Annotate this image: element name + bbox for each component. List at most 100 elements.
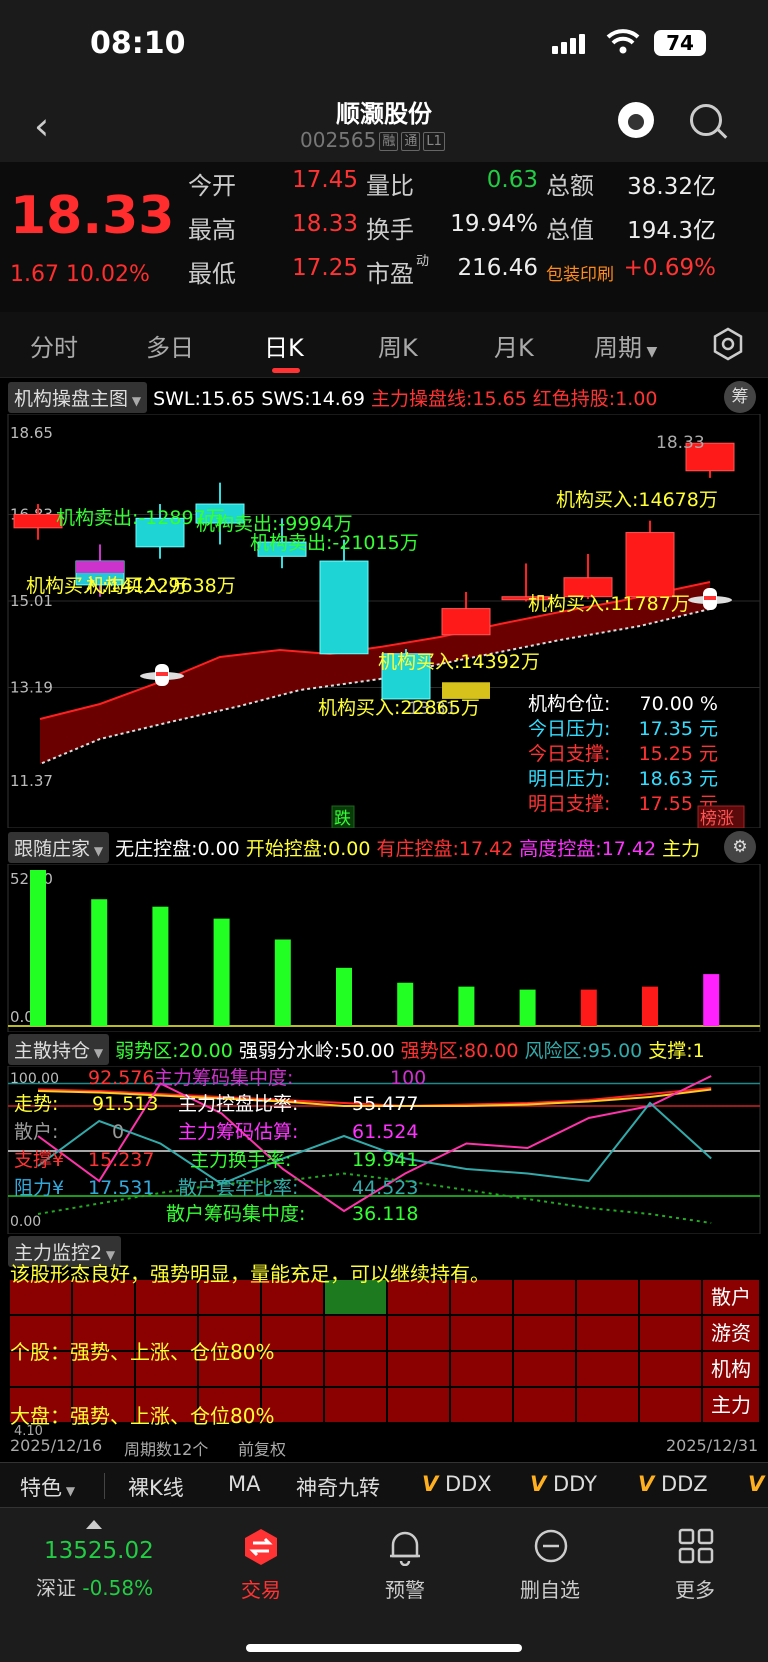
index-line: 深证 -0.58% bbox=[36, 1572, 153, 1601]
follow_ind-item: 有庄控盘:17.42 bbox=[376, 838, 514, 860]
index-value[interactable]: 13525.02 bbox=[44, 1538, 154, 1564]
hold-readout-value: 92.576 bbox=[88, 1067, 154, 1089]
mascot-eye-icon bbox=[628, 114, 644, 130]
hold_ind-item: 支撑:1 bbox=[648, 1040, 705, 1062]
trade-icon[interactable] bbox=[242, 1528, 280, 1570]
hold-readout-value: 19.941 bbox=[352, 1149, 418, 1171]
tab-intraday[interactable]: 分时 bbox=[30, 328, 78, 363]
indicator-toolbar: 特色 ▼ 裸K线 MA 神奇九转 V DDX V DDY V DDZ V bbox=[0, 1462, 768, 1508]
quote-label: 总额 bbox=[546, 172, 594, 200]
chip-button[interactable]: 筹 bbox=[724, 381, 756, 413]
toolbar-ma[interactable]: MA bbox=[228, 1472, 260, 1496]
follow-chip-icon[interactable]: ⚙ bbox=[724, 831, 756, 863]
follow-indicator-name: 跟随庄家 bbox=[14, 838, 91, 860]
nav-alert[interactable]: 预警 bbox=[355, 1574, 455, 1603]
monitor-cell bbox=[640, 1388, 701, 1422]
follow-bar bbox=[91, 899, 108, 1026]
stock-header: ‹ 顺灏股份 002565 融通 L1 bbox=[0, 92, 768, 162]
candle-body-overlay bbox=[76, 561, 124, 573]
index-expand-icon[interactable] bbox=[86, 1520, 102, 1529]
period-end: 2025/12/31 bbox=[666, 1436, 759, 1455]
wifi-icon bbox=[606, 28, 640, 58]
hold_ind-item: 强弱分水岭:50.00 bbox=[238, 1040, 395, 1062]
quote-label: 量比 bbox=[366, 172, 414, 200]
toolbar-more-v[interactable]: V bbox=[748, 1472, 764, 1496]
candle-body bbox=[441, 608, 491, 636]
kline-info-value: 70.00 % bbox=[640, 693, 719, 715]
nav-trade[interactable]: 交易 bbox=[211, 1574, 311, 1603]
feature-dropdown[interactable]: 特色 ▼ bbox=[20, 1472, 75, 1502]
follow_ind-item: 高度控盘:17.42 bbox=[519, 838, 657, 860]
monitor-cell bbox=[640, 1280, 701, 1314]
follow-bar bbox=[519, 989, 536, 1026]
kline-annotation: 机构买入:14392万 bbox=[378, 651, 540, 673]
period-count: 周期数12个 bbox=[124, 1440, 209, 1459]
monitor-cell bbox=[325, 1316, 386, 1350]
kline-info-value: 15.25 元 bbox=[639, 743, 718, 765]
quote-label: 市盈 bbox=[366, 260, 414, 288]
hold-readout-label: 支撑¥ bbox=[14, 1149, 64, 1171]
hold-readout-value: 15.237 bbox=[88, 1149, 154, 1171]
kline-y-tick: 11.37 bbox=[10, 772, 53, 790]
status-bar: 08:10 74 bbox=[0, 0, 768, 92]
alert-bell-icon[interactable] bbox=[387, 1528, 423, 1570]
tab-daily-k[interactable]: 日K bbox=[264, 328, 304, 363]
main_ind-item: SWL:15.65 bbox=[153, 388, 256, 410]
period-start: 2025/12/16 bbox=[10, 1436, 103, 1455]
price-adjust[interactable]: 前复权 bbox=[238, 1436, 286, 1460]
more-grid-icon[interactable] bbox=[678, 1528, 714, 1568]
hold-indicator-select[interactable]: 主散持仓 ▼ bbox=[8, 1034, 110, 1065]
support-dotted-line bbox=[39, 608, 711, 765]
tab-weekly-k[interactable]: 周K bbox=[378, 328, 418, 363]
bang-label: 榜涨 bbox=[700, 809, 734, 828]
quote-label: 换手 bbox=[366, 216, 414, 244]
main-indicator-header: 机构操盘主图 ▼ SWL:15.65 SWS:14.69 主力操盘线:15.65 红色持… bbox=[0, 380, 768, 414]
candle-body bbox=[625, 532, 675, 598]
quote-value: 17.25 bbox=[292, 255, 358, 281]
toolbar-divider bbox=[104, 1473, 105, 1499]
main-indicator-select[interactable]: 机构操盘主图 ▼ bbox=[8, 382, 148, 413]
settings-hex-icon[interactable] bbox=[710, 326, 746, 366]
hold-line-chart: 100.00 0.00 主力筹码集中度: 100 走势: 91.513 主力控盘比率: 55.… bbox=[7, 1066, 761, 1234]
quote-value: 17.45 bbox=[292, 167, 358, 193]
follow-bar-chart: 52.300.00 bbox=[7, 864, 761, 1032]
monitor-cell bbox=[388, 1316, 449, 1350]
nav-remove-watchlist[interactable]: 删自选 bbox=[500, 1574, 600, 1603]
kline-y-tick: 13.19 bbox=[10, 679, 53, 697]
quote-value: 0.63 bbox=[486, 167, 538, 193]
monitor-side-label: 主力 bbox=[703, 1388, 759, 1422]
hold-readout-value: 61.524 bbox=[352, 1121, 418, 1143]
plane-marker-icon bbox=[704, 596, 716, 600]
hold-series-line bbox=[37, 1101, 712, 1186]
toolbar-ddy[interactable]: V DDY bbox=[530, 1472, 597, 1496]
main_ind-item: 红色持股:1.00 bbox=[532, 388, 658, 410]
tab-monthly-k[interactable]: 月K bbox=[494, 328, 534, 363]
tab-period[interactable]: 周期 ▼ bbox=[594, 328, 657, 363]
monitor-cell bbox=[640, 1352, 701, 1386]
kline-chart[interactable]: 18.6516.8315.0113.1911.3718.3313.31机构卖出:… bbox=[0, 414, 768, 828]
quote-panel: 18.33 1.67 10.02% 今开 17.45 量比 0.63 总额 38.32亿最… bbox=[0, 162, 768, 312]
hold-y-bottom: 0.00 bbox=[10, 1214, 41, 1230]
follow_ind-item: 无庄控盘:0.00 bbox=[115, 838, 240, 860]
toolbar-magic-nine[interactable]: 神奇九转 bbox=[296, 1472, 380, 1502]
toolbar-naked-k[interactable]: 裸K线 bbox=[128, 1472, 184, 1502]
quote-value: 19.94% bbox=[450, 211, 538, 237]
kline-max-label: 18.33 bbox=[656, 433, 705, 453]
toolbar-ddz[interactable]: V DDZ bbox=[638, 1472, 708, 1496]
quote-label: 包装印刷 bbox=[546, 265, 614, 285]
quote-value: 194.3亿 bbox=[627, 218, 716, 244]
hold-indicator-name: 主散持仓 bbox=[14, 1040, 91, 1062]
nav-more[interactable]: 更多 bbox=[645, 1574, 745, 1603]
die-label: 跌 bbox=[334, 809, 351, 828]
follow-indicator-select[interactable]: 跟随庄家 ▼ bbox=[8, 832, 110, 863]
hold_ind-item: 弱势区:20.00 bbox=[115, 1040, 233, 1062]
hold-readout-value: 0 bbox=[112, 1121, 124, 1143]
kline-annotation: 机构买入:11787万 bbox=[528, 593, 690, 615]
follow_ind-item: 开始控盘:0.00 bbox=[245, 838, 371, 860]
follow-bar bbox=[642, 986, 658, 1026]
remove-watchlist-icon[interactable] bbox=[533, 1528, 569, 1568]
toolbar-ddx[interactable]: V DDX bbox=[422, 1472, 492, 1496]
tab-multiday[interactable]: 多日 bbox=[146, 328, 194, 363]
monitor-cell bbox=[577, 1388, 638, 1422]
hold-readout-label: 主力筹码估算: bbox=[178, 1121, 298, 1143]
